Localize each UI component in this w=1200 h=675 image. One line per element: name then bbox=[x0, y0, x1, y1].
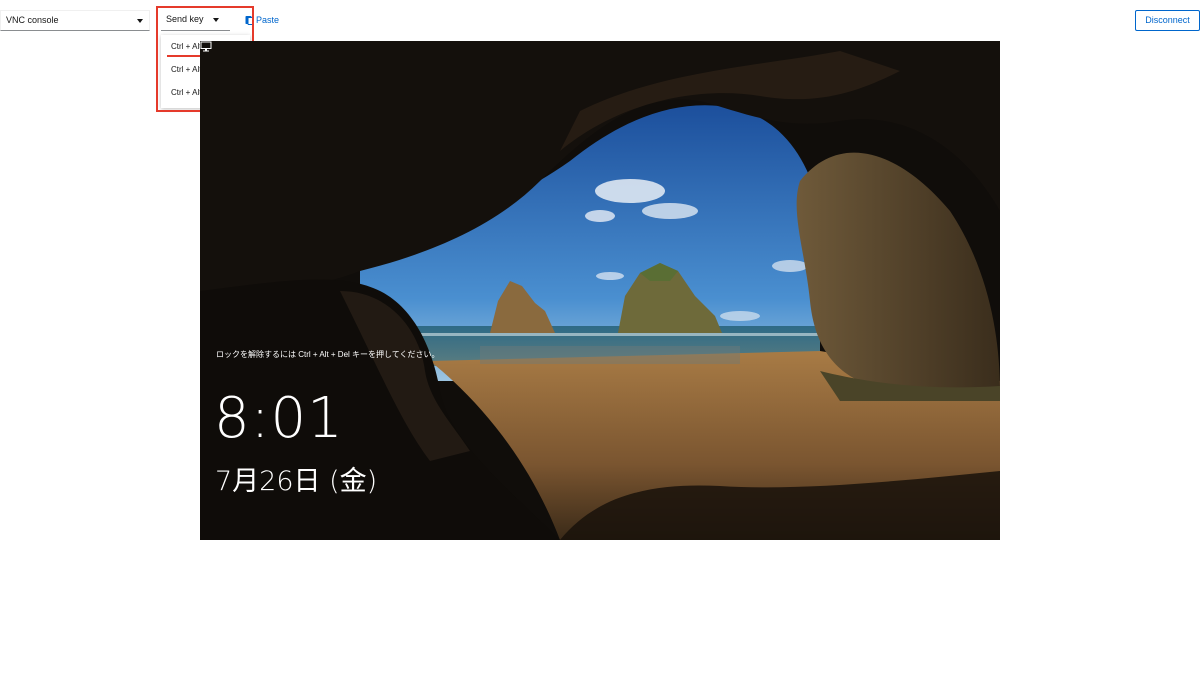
unlock-hint: ロックを解除するには Ctrl + Alt + Del キーを押してください。 bbox=[216, 350, 440, 359]
console-type-select[interactable]: VNC console bbox=[0, 10, 150, 31]
send-key-label: Send key bbox=[166, 14, 204, 24]
chevron-down-icon bbox=[137, 19, 143, 23]
vnc-screen[interactable]: ロックを解除するには Ctrl + Alt + Del キーを押してください。 … bbox=[200, 41, 1000, 540]
lock-screen-date: 7月26日 (金) bbox=[215, 466, 378, 497]
console-type-label: VNC console bbox=[6, 15, 59, 25]
network-icon[interactable] bbox=[200, 41, 212, 52]
disconnect-button[interactable]: Disconnect bbox=[1135, 10, 1200, 31]
paste-label: Paste bbox=[256, 15, 280, 25]
paste-button[interactable]: Paste bbox=[245, 13, 279, 27]
caret-down-icon bbox=[213, 18, 219, 22]
lock-screen-time: 8:01 bbox=[214, 386, 344, 451]
send-key-toggle[interactable]: Send key bbox=[161, 10, 230, 31]
clipboard-icon bbox=[245, 16, 254, 25]
